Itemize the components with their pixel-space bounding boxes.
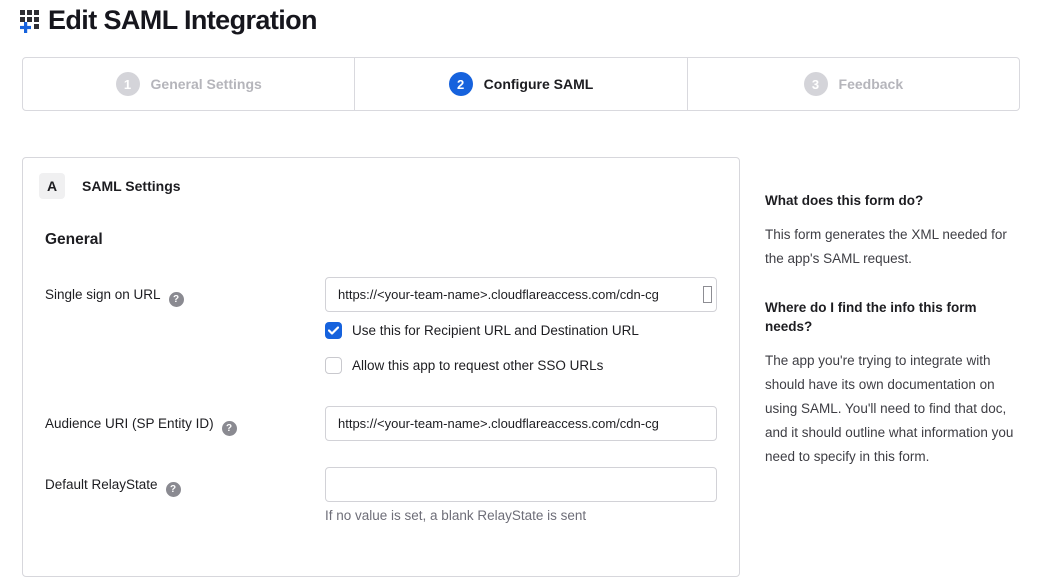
sso-url-input[interactable] [325,277,717,312]
app-grid-add-icon [17,7,44,34]
help-text: The app you're trying to integrate with … [765,349,1015,469]
section-title: SAML Settings [82,178,181,194]
help-title: What does this form do? [765,191,1015,210]
step-number-badge: 3 [804,72,828,96]
step-feedback[interactable]: 3 Feedback [688,58,1019,110]
page-header: Edit SAML Integration [17,5,317,36]
group-heading-general: General [45,231,723,249]
step-wizard: 1 General Settings 2 Configure SAML 3 Fe… [22,57,1020,111]
help-panel: What does this form do? This form genera… [765,191,1015,469]
section-badge-a: A [39,173,65,199]
help-block-what: What does this form do? This form genera… [765,191,1015,271]
checkbox-label[interactable]: Allow this app to request other SSO URLs [352,358,603,373]
recipient-url-checkbox-row: Use this for Recipient URL and Destinati… [325,320,717,341]
field-label-sso-url: Single sign on URL? [45,277,325,376]
step-number-badge: 1 [116,72,140,96]
audience-uri-input[interactable] [325,406,717,441]
step-configure-saml[interactable]: 2 Configure SAML [355,58,687,110]
step-label: Configure SAML [484,76,594,92]
relay-state-helper-text: If no value is set, a blank RelayState i… [325,508,717,523]
other-sso-checkbox-row: Allow this app to request other SSO URLs [325,355,717,376]
help-block-where: Where do I find the info this form needs… [765,298,1015,469]
help-title: Where do I find the info this form needs… [765,298,1015,336]
field-label-audience-uri: Audience URI (SP Entity ID)? [45,406,325,441]
step-label: Feedback [839,76,904,92]
checkbox-label[interactable]: Use this for Recipient URL and Destinati… [352,323,639,338]
check-icon [328,326,339,335]
other-sso-checkbox[interactable] [325,357,342,374]
audience-uri-row: Audience URI (SP Entity ID)? [45,406,723,441]
step-label: General Settings [151,76,262,92]
help-text: This form generates the XML needed for t… [765,223,1015,271]
help-icon[interactable]: ? [222,421,237,436]
saml-settings-panel: A SAML Settings General Single sign on U… [22,157,740,577]
sso-url-row: Single sign on URL? Use this for Recipie… [45,277,723,376]
help-icon[interactable]: ? [166,482,181,497]
section-header: A SAML Settings [39,173,723,199]
text-cursor [703,286,712,303]
step-number-badge: 2 [449,72,473,96]
relay-state-input[interactable] [325,467,717,502]
page-title: Edit SAML Integration [48,5,317,36]
help-icon[interactable]: ? [169,292,184,307]
step-general-settings[interactable]: 1 General Settings [23,58,355,110]
recipient-url-checkbox[interactable] [325,322,342,339]
